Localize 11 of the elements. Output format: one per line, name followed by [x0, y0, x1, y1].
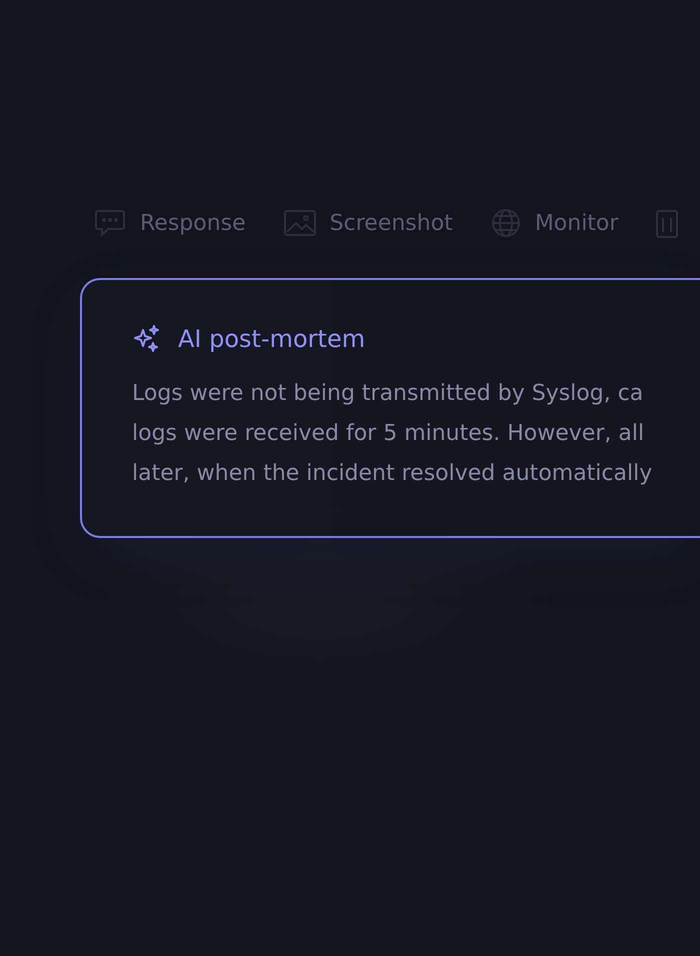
post-mortem-text-line: later, when the incident resolved automatically [132, 460, 652, 488]
globe-icon [490, 208, 521, 238]
post-mortem-text-line: Logs were not being transmitted by Syslog, ca [132, 380, 644, 408]
tab[interactable]: Screenshot [284, 210, 453, 236]
card-title: AI post-mortem [178, 325, 366, 353]
image-icon [284, 210, 316, 236]
tab[interactable]: Response [94, 208, 246, 238]
tab[interactable]: Monitor [490, 208, 618, 238]
sparkles-icon [132, 324, 162, 354]
chat-bubble-icon [94, 208, 126, 238]
post-mortem-text-line: logs were received for 5 minutes. However, all [132, 420, 644, 448]
